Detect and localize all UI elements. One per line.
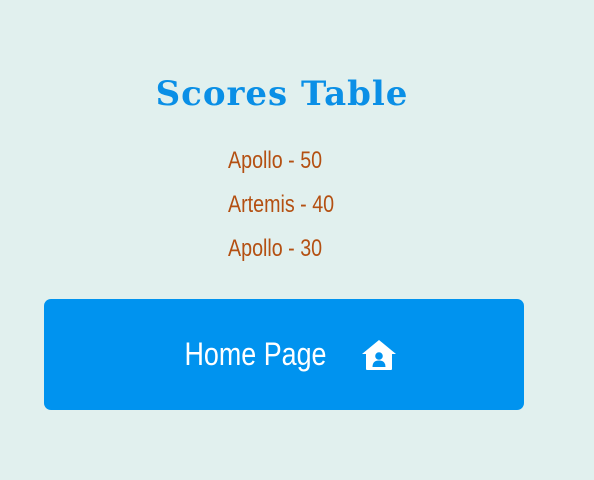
score-item: Apollo - 30 bbox=[228, 235, 323, 262]
home-page-button[interactable]: Home Page bbox=[44, 299, 524, 410]
scores-list: Apollo - 50 Artemis - 40 Apollo - 30 bbox=[228, 146, 357, 278]
home-page-label: Home Page bbox=[184, 336, 326, 372]
page-title: Scores Table bbox=[155, 74, 409, 114]
score-item: Artemis - 40 bbox=[228, 191, 335, 218]
home-icon bbox=[361, 339, 397, 371]
score-item: Apollo - 50 bbox=[228, 147, 323, 174]
